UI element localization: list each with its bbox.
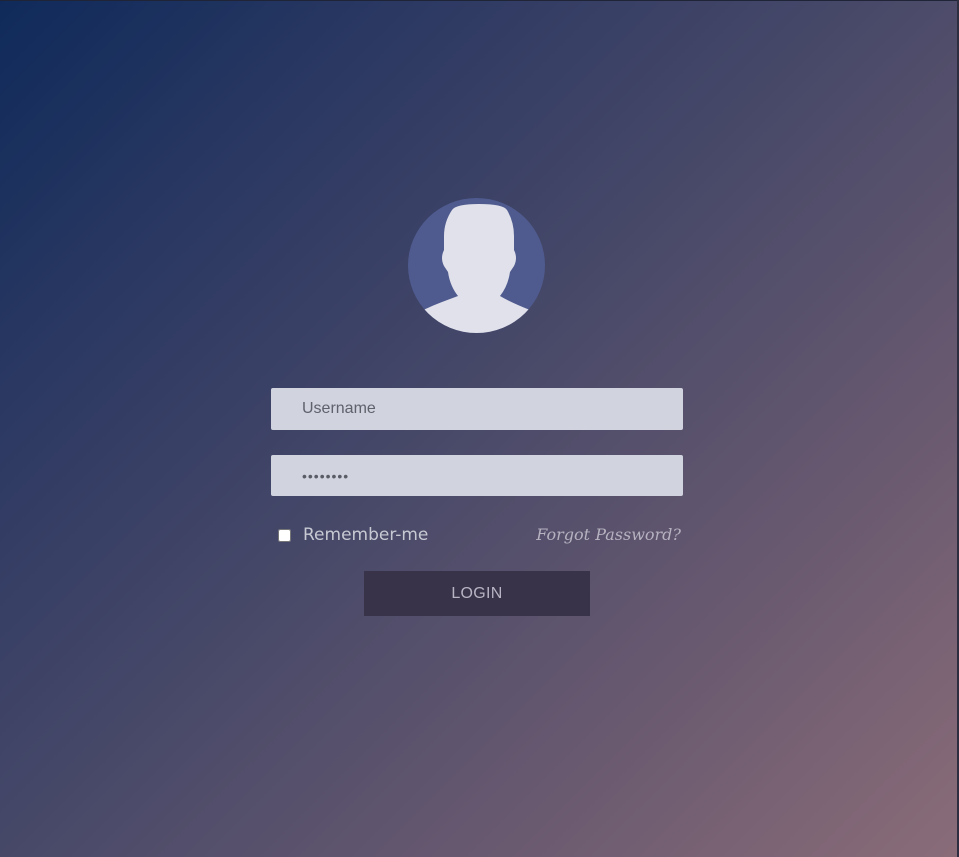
user-silhouette-icon	[408, 204, 545, 333]
password-input[interactable]	[271, 455, 683, 496]
login-button[interactable]: LOGIN	[364, 571, 590, 616]
user-avatar	[408, 198, 545, 333]
forgot-password-link[interactable]: Forgot Password?	[536, 524, 681, 546]
remember-me-option[interactable]: Remember-me	[278, 524, 428, 546]
username-input[interactable]	[271, 388, 683, 430]
remember-me-checkbox[interactable]	[278, 528, 291, 542]
window-top-border	[0, 0, 959, 1]
remember-me-label: Remember-me	[303, 525, 429, 545]
